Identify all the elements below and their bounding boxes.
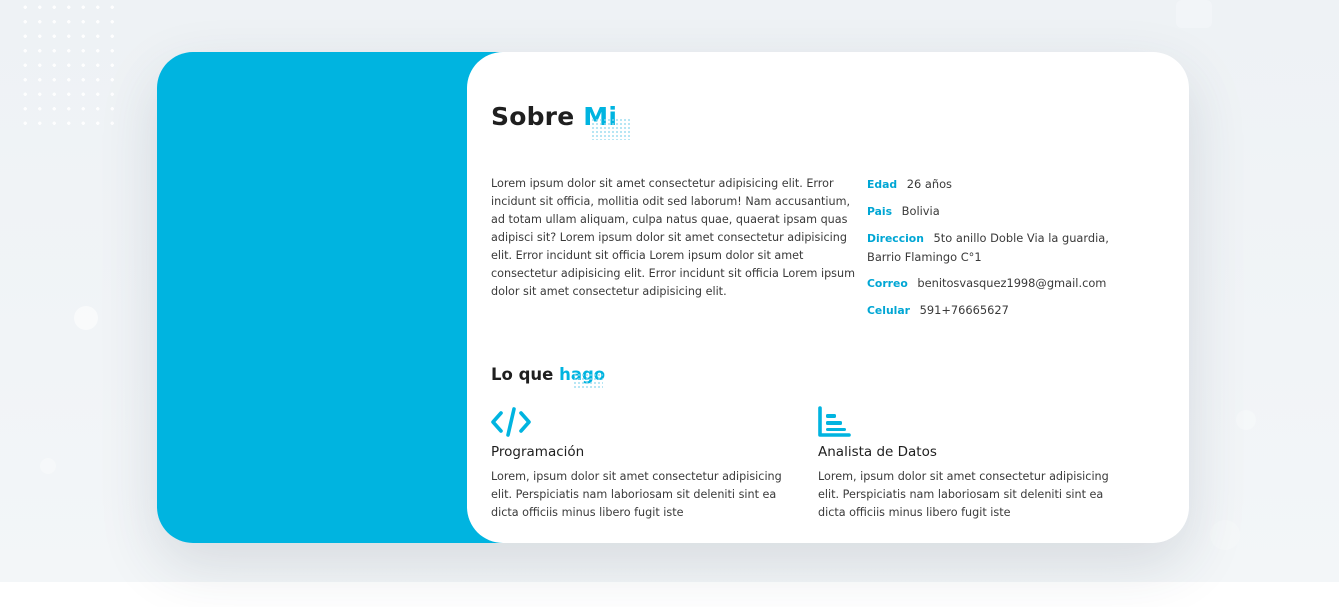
dot-pattern <box>18 0 118 135</box>
decorative-bubble <box>1236 410 1256 430</box>
info-value: benitosvasquez1998@gmail.com <box>917 276 1107 290</box>
about-title-text: Sobre <box>491 102 575 131</box>
info-row-age: Edad 26 años <box>867 175 1137 194</box>
services-title-accent: hago <box>559 365 605 389</box>
info-value: Bolivia <box>901 204 940 218</box>
service-title: Programación <box>491 444 585 460</box>
info-row-country: Pais Bolivia <box>867 202 1137 221</box>
profile-image-panel <box>157 52 517 543</box>
services-title-text: Lo que <box>491 365 554 384</box>
about-paragraph: Lorem ipsum dolor sit amet consectetur a… <box>491 177 855 298</box>
about-title: Sobre Mi <box>491 102 632 140</box>
about-title-accent: Mi <box>583 102 632 140</box>
decorative-bubble <box>1210 520 1240 550</box>
services-title: Lo que hago <box>491 365 605 389</box>
info-value: 26 años <box>906 177 952 191</box>
about-card: Sobre Mi Lorem ipsum dolor sit amet cons… <box>157 52 1189 543</box>
service-data-analyst: Analista de Datos Lorem, ipsum dolor sit… <box>818 406 1128 522</box>
subtitle-dot-decoration <box>573 373 604 389</box>
service-programming: Programación Lorem, ipsum dolor sit amet… <box>491 406 801 522</box>
service-description: Lorem, ipsum dolor sit amet consectetur … <box>818 470 1109 519</box>
chart-bar-icon <box>818 406 851 437</box>
decorative-bubble <box>1176 0 1212 28</box>
code-icon <box>491 407 531 437</box>
about-content: Sobre Mi Lorem ipsum dolor sit amet cons… <box>467 52 1189 543</box>
service-title: Analista de Datos <box>818 444 937 460</box>
info-value: 591+76665627 <box>919 303 1009 317</box>
decorative-bubble <box>74 306 98 330</box>
info-row-address: Direccion 5to anillo Doble Via la guardi… <box>867 229 1137 266</box>
info-row-email: Correo benitosvasquez1998@gmail.com <box>867 274 1137 293</box>
title-dot-decoration <box>591 118 632 140</box>
decorative-bubble <box>40 458 56 474</box>
personal-info-list: Edad 26 años Pais Bolivia Direccion 5to … <box>867 175 1137 328</box>
info-label: Edad <box>867 178 898 191</box>
info-label: Correo <box>867 277 908 290</box>
info-row-phone: Celular 591+76665627 <box>867 301 1137 320</box>
info-label: Direccion <box>867 232 924 245</box>
service-description: Lorem, ipsum dolor sit amet consectetur … <box>491 470 782 519</box>
info-label: Pais <box>867 205 893 218</box>
info-label: Celular <box>867 304 910 317</box>
